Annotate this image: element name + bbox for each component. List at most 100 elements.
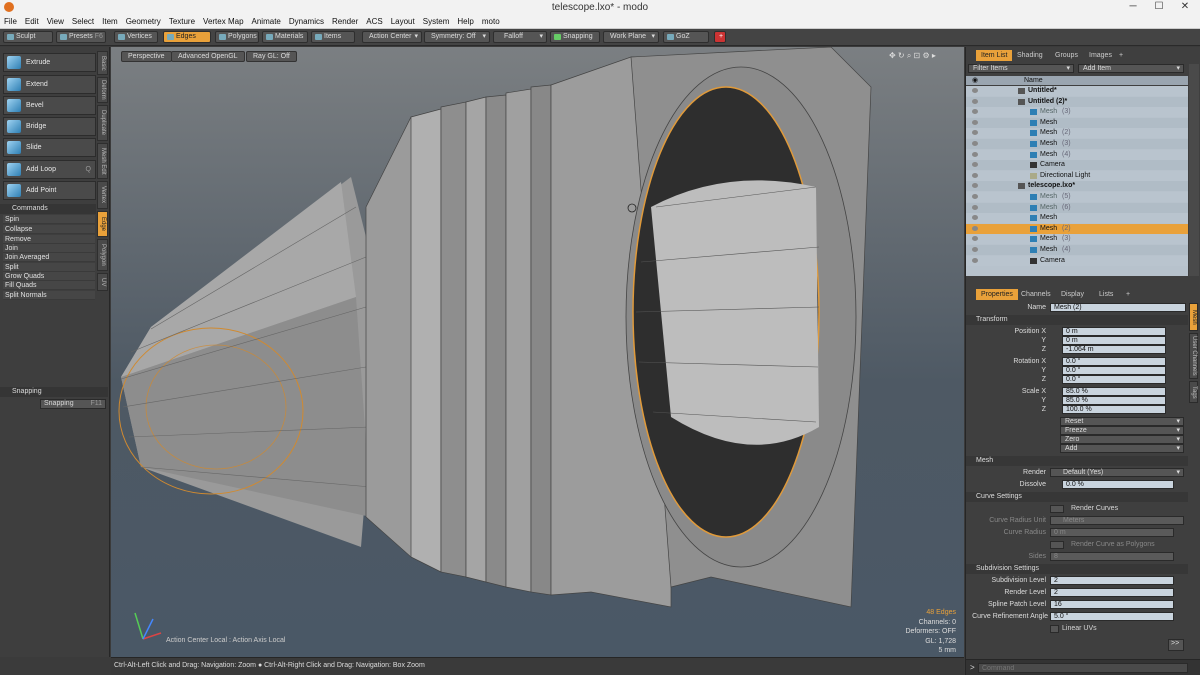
tab-props-add[interactable]: + [1121, 289, 1135, 300]
item-list-row[interactable]: Camera [966, 160, 1188, 171]
visibility-eye-icon[interactable] [972, 183, 978, 189]
bevel-tool-button[interactable]: Bevel [3, 96, 96, 115]
grow-quads-command[interactable]: Grow Quads [3, 272, 95, 281]
tab-channels[interactable]: Channels [1016, 289, 1056, 300]
visibility-eye-icon[interactable] [972, 151, 978, 157]
sides-field[interactable]: 8 [1050, 552, 1174, 561]
bridge-tool-button[interactable]: Bridge [3, 117, 96, 136]
minimize-button[interactable]: ─ [1120, 0, 1146, 15]
render-curves-checkbox[interactable] [1050, 505, 1064, 513]
split-normals-command[interactable]: Split Normals [3, 291, 95, 300]
menu-layout[interactable]: Layout [387, 15, 419, 28]
item-list-row[interactable]: Directional Light [966, 170, 1188, 181]
maximize-button[interactable]: ☐ [1146, 0, 1172, 15]
extrude-tool-button[interactable]: Extrude [3, 53, 96, 72]
vtab-duplicate[interactable]: Duplicate [97, 105, 108, 141]
side-tab-tags[interactable]: Tags [1189, 381, 1198, 403]
curve-radius-unit-dropdown[interactable]: Meters [1050, 516, 1184, 525]
vtab-vertex[interactable]: Vertex [97, 181, 108, 209]
vtab-uv[interactable]: UV [97, 273, 108, 291]
mesh-header[interactable]: Mesh [966, 456, 1188, 466]
item-list-row[interactable]: Mesh (3) [966, 234, 1188, 245]
curve-settings-header[interactable]: Curve Settings [966, 492, 1188, 502]
falloff-dropdown[interactable]: Falloff [493, 31, 547, 43]
dissolve-field[interactable]: 0.0 % [1062, 480, 1174, 489]
menu-vertex-map[interactable]: Vertex Map [199, 15, 247, 28]
vertices-mode-button[interactable]: Vertices [114, 31, 158, 43]
collapse-command[interactable]: Collapse [3, 225, 95, 234]
item-name-field[interactable]: Mesh (2) [1050, 303, 1186, 312]
position-z-field[interactable]: -1.064 m [1062, 345, 1166, 354]
snapping-toggle[interactable]: Snapping F11 [40, 399, 106, 409]
render-level-field[interactable]: 2 [1050, 588, 1174, 597]
menu-item[interactable]: Item [98, 15, 122, 28]
menu-system[interactable]: System [419, 15, 454, 28]
menu-dynamics[interactable]: Dynamics [285, 15, 328, 28]
perspective-button[interactable]: Perspective [121, 51, 172, 62]
work-plane-dropdown[interactable]: Work Plane [603, 31, 659, 43]
commands-header[interactable]: Commands [0, 204, 96, 214]
snapping-button[interactable]: Snapping [550, 31, 600, 43]
add-toolbar-button[interactable]: + [714, 31, 726, 43]
raygl-button[interactable]: Ray GL: Off [246, 51, 297, 62]
menu-view[interactable]: View [43, 15, 68, 28]
linear-uvs-checkbox[interactable] [1050, 625, 1059, 633]
subdivision-settings-header[interactable]: Subdivision Settings [966, 564, 1188, 574]
render-as-polygons-checkbox[interactable] [1050, 541, 1064, 549]
visibility-eye-icon[interactable] [972, 215, 978, 221]
opengl-button[interactable]: Advanced OpenGL [171, 51, 245, 62]
tab-properties[interactable]: Properties [976, 289, 1018, 300]
tab-images[interactable]: Images [1084, 50, 1117, 61]
menu-geometry[interactable]: Geometry [122, 15, 165, 28]
rotation-y-field[interactable]: 0.0 ° [1062, 366, 1166, 375]
filter-items-dropdown[interactable]: Filter Items [968, 64, 1074, 73]
render-dropdown[interactable]: Default (Yes) [1050, 468, 1184, 477]
tab-add[interactable]: + [1114, 50, 1128, 61]
item-list-row[interactable]: Mesh (2) [966, 128, 1188, 139]
item-list-row[interactable]: Mesh (2) [966, 223, 1188, 234]
visibility-eye-icon[interactable] [972, 194, 978, 199]
name-column-header[interactable]: Name [1024, 76, 1043, 85]
item-list-row[interactable]: telescope.lxo* [966, 181, 1188, 192]
goz-button[interactable]: GoZ [663, 31, 709, 43]
slide-tool-button[interactable]: Slide [3, 138, 96, 157]
item-list-row[interactable]: Mesh (3) [966, 139, 1188, 149]
menu-texture[interactable]: Texture [165, 15, 199, 28]
scale-z-field[interactable]: 100.0 % [1062, 405, 1166, 414]
tab-lists[interactable]: Lists [1094, 289, 1118, 300]
visibility-eye-icon[interactable] [972, 130, 978, 136]
visibility-eye-icon[interactable] [972, 247, 978, 252]
extend-tool-button[interactable]: Extend [3, 75, 96, 94]
close-button[interactable]: ✕ [1172, 0, 1198, 15]
position-y-field[interactable]: 0 m [1062, 336, 1166, 345]
join-command[interactable]: Join [3, 244, 95, 253]
item-list-row[interactable]: Untitled* [966, 86, 1188, 96]
scale-x-field[interactable]: 85.0 % [1062, 387, 1166, 396]
menu-file[interactable]: File [0, 15, 21, 28]
menu-animate[interactable]: Animate [248, 15, 285, 28]
materials-mode-button[interactable]: Materials [262, 31, 308, 43]
item-list-row[interactable]: Mesh (5) [966, 192, 1188, 202]
item-list-row[interactable]: Mesh [966, 213, 1188, 224]
visibility-eye-icon[interactable] [972, 88, 978, 93]
vtab-edge[interactable]: Edge [97, 211, 108, 237]
visibility-eye-icon[interactable] [972, 236, 978, 242]
edges-mode-button[interactable]: Edges [163, 31, 211, 43]
tab-groups[interactable]: Groups [1050, 50, 1083, 61]
menu-acs[interactable]: ACS [362, 15, 386, 28]
visibility-eye-icon[interactable] [972, 141, 978, 146]
side-tab-user-channels[interactable]: User Channels [1189, 333, 1198, 379]
freeze-dropdown[interactable]: Freeze [1060, 426, 1184, 435]
spline-patch-level-field[interactable]: 16 [1050, 600, 1174, 609]
position-x-field[interactable]: 0 m [1062, 327, 1166, 336]
items-mode-button[interactable]: Items [311, 31, 355, 43]
visibility-eye-icon[interactable] [972, 109, 978, 115]
visibility-eye-icon[interactable] [972, 225, 978, 231]
command-input[interactable] [978, 663, 1188, 673]
3d-viewport[interactable] [111, 47, 964, 657]
visibility-eye-icon[interactable] [972, 162, 978, 168]
visibility-eye-icon[interactable] [972, 172, 978, 178]
vtab-polygon[interactable]: Polygon [97, 239, 108, 271]
presets-button[interactable]: Presets F6 [56, 31, 106, 43]
vtab-deform[interactable]: Deform [97, 77, 108, 103]
